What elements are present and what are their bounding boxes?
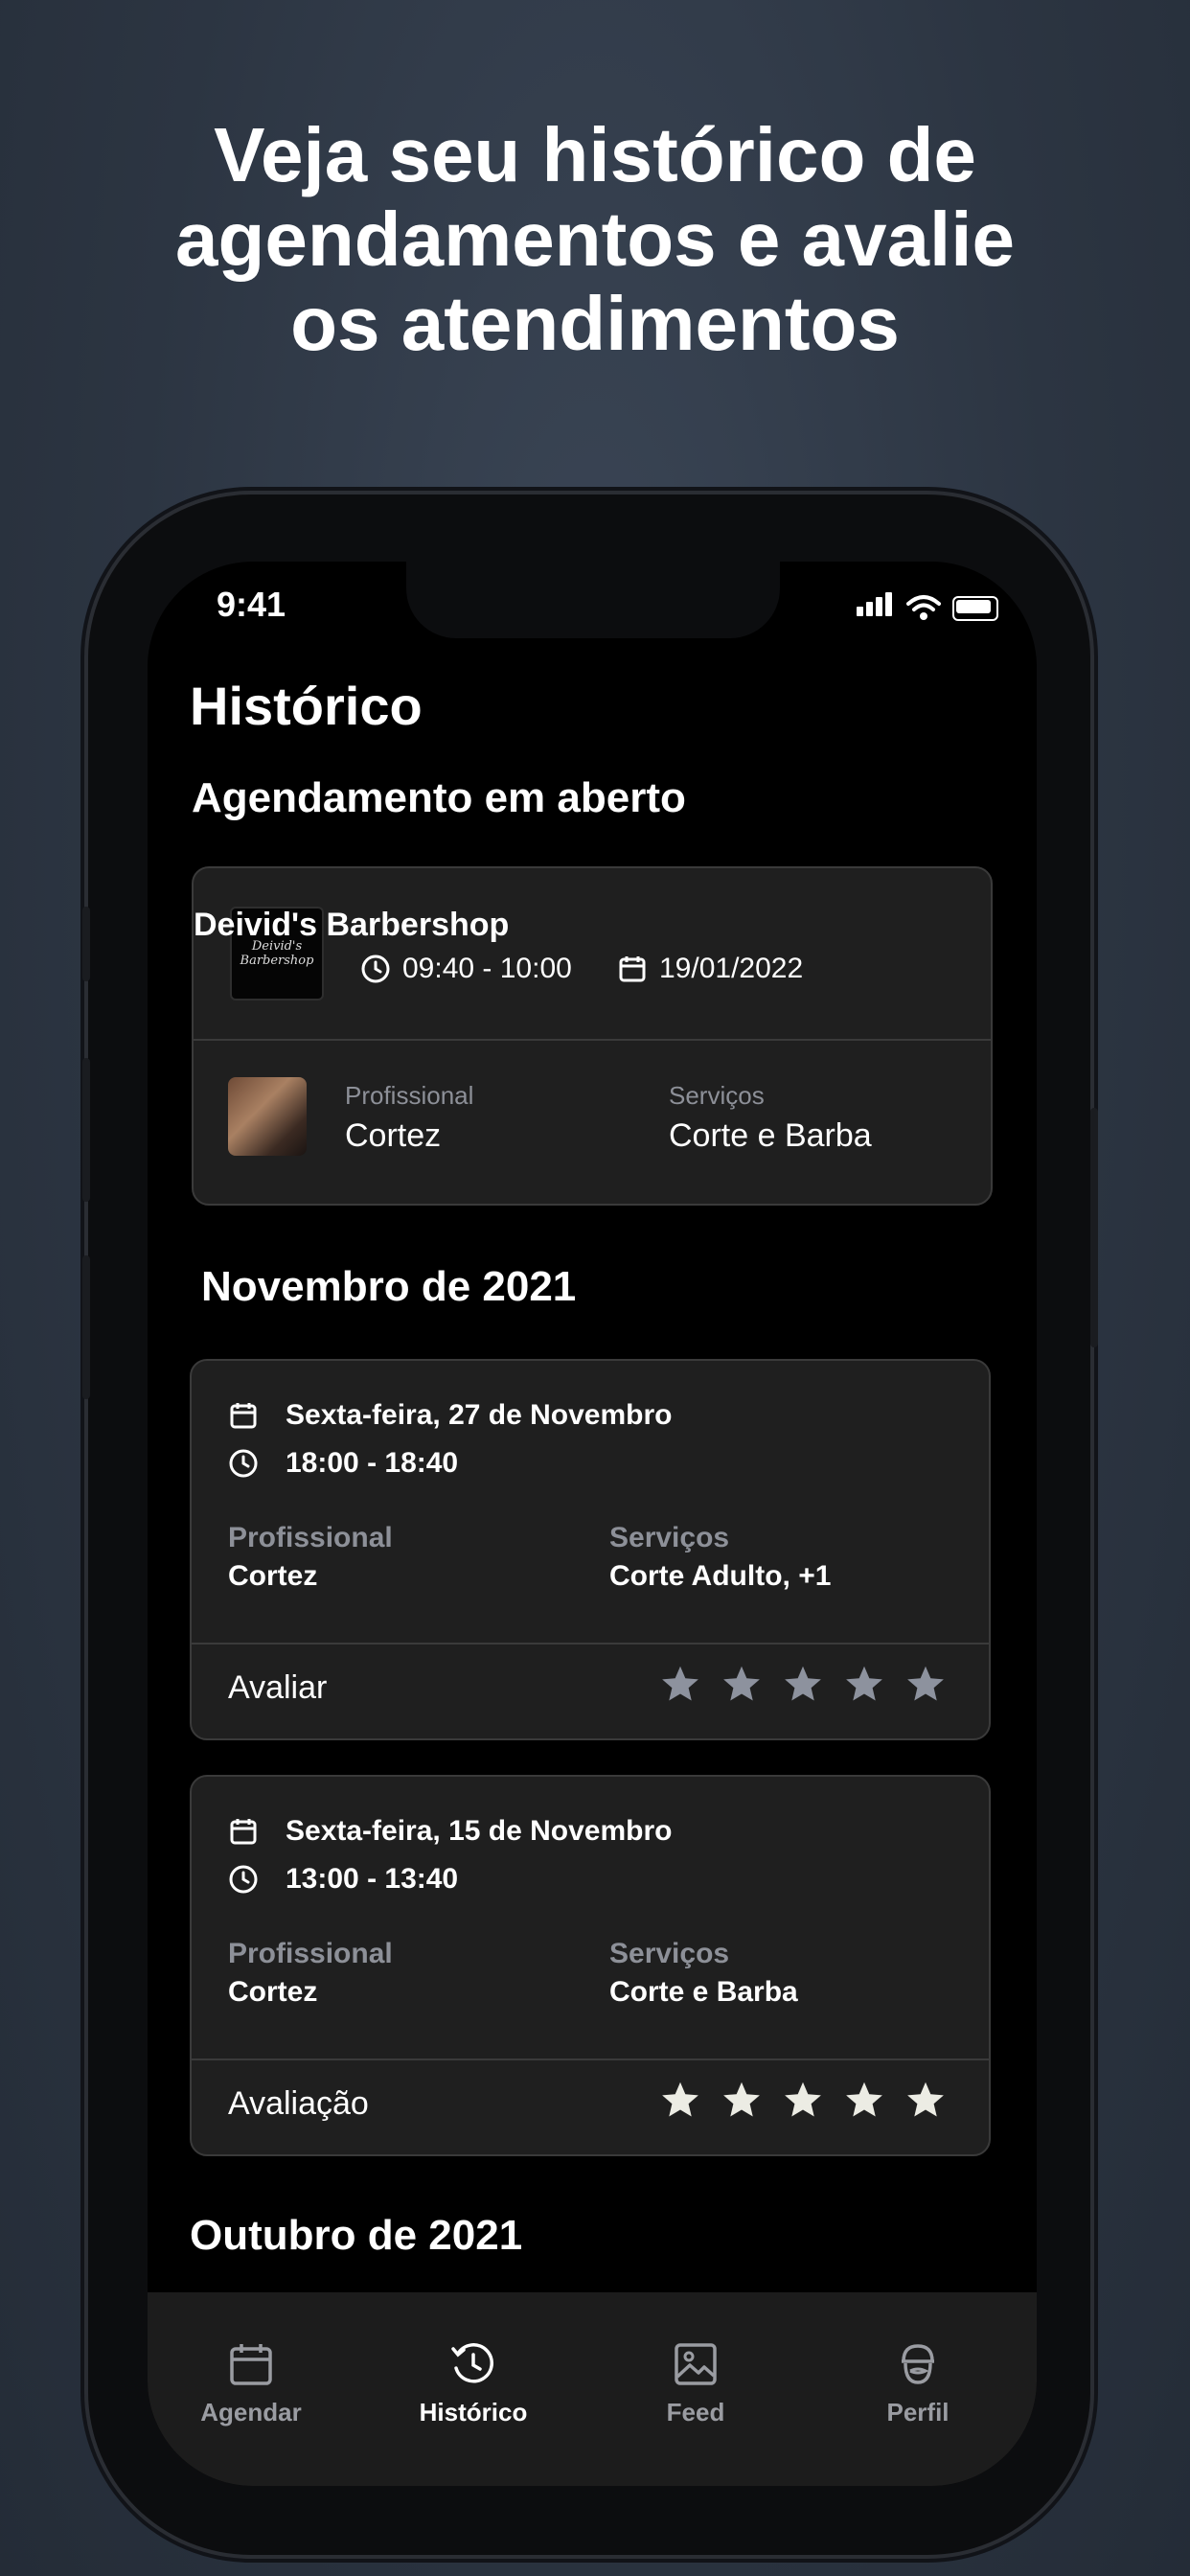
history-date: Sexta-feira, 15 de Novembro <box>286 1815 673 1847</box>
star-icon[interactable] <box>721 1664 763 1706</box>
tab-label: Agendar <box>200 2398 302 2426</box>
star-icon[interactable] <box>843 1664 885 1706</box>
rating-stars[interactable] <box>659 1664 947 1706</box>
history-card[interactable]: Sexta-feira, 27 de Novembro 18:00 - 18:4… <box>190 1359 991 1740</box>
tab-label: Perfil <box>886 2398 950 2426</box>
professional-value: Cortez <box>228 1560 318 1592</box>
cellular-signal-icon <box>857 592 895 621</box>
shop-name: Deivid's Barbershop <box>194 907 510 943</box>
section-title-month: Outubro de 2021 <box>190 2212 523 2259</box>
star-icon <box>907 2082 944 2117</box>
history-date: Sexta-feira, 27 de Novembro <box>286 1399 673 1431</box>
star-icon <box>846 2082 882 2117</box>
history-time-row: 13:00 - 13:40 <box>228 1863 458 1896</box>
bottom-tab-bar: Agendar Histórico Feed Perfil <box>148 2292 1037 2486</box>
clock-icon <box>229 1865 258 1894</box>
professional-avatar <box>228 1077 307 1156</box>
tab-label: Histórico <box>419 2398 528 2426</box>
tab-perfil[interactable]: Perfil <box>841 2340 995 2427</box>
headline-line-2: agendamentos e avalie <box>175 196 1015 282</box>
star-icon[interactable] <box>904 1664 947 1706</box>
clock-icon <box>229 1449 258 1478</box>
rating-stars <box>659 2080 947 2122</box>
services-label: Serviços <box>609 1938 730 1969</box>
calendar-icon <box>230 1403 257 1429</box>
profile-icon <box>902 2344 934 2384</box>
section-title-open-booking: Agendamento em aberto <box>192 774 686 821</box>
history-time: 18:00 - 18:40 <box>286 1447 459 1479</box>
services-value: Corte e Barba <box>669 1117 872 1154</box>
rating-label: Avaliar <box>228 1669 328 1706</box>
history-icon <box>451 2343 494 2383</box>
history-time-row: 18:00 - 18:40 <box>228 1447 458 1480</box>
phone-screen: 9:41 Histórico Agendamento em aberto Dei… <box>148 562 1037 2486</box>
professional-value: Cortez <box>345 1117 442 1154</box>
time-range: 09:40 - 10:00 <box>402 953 572 984</box>
calendar-icon <box>230 1819 257 1845</box>
star-icon[interactable] <box>659 1664 701 1706</box>
calendar-icon <box>230 2344 272 2385</box>
card-divider <box>192 2058 989 2060</box>
history-time: 13:00 - 13:40 <box>286 1863 459 1895</box>
open-booking-date: 19/01/2022 <box>617 953 803 985</box>
card-divider <box>192 1643 989 1644</box>
tab-feed[interactable]: Feed <box>619 2340 772 2427</box>
services-label: Serviços <box>669 1081 765 1110</box>
status-time: 9:41 <box>217 585 286 624</box>
calendar-icon <box>619 956 646 982</box>
volume-up-button <box>82 1058 90 1202</box>
star-icon[interactable] <box>782 1664 824 1706</box>
professional-value: Cortez <box>228 1976 318 2008</box>
card-divider <box>194 1039 991 1041</box>
services-value: Corte Adulto, +1 <box>609 1560 832 1592</box>
image-icon <box>675 2343 717 2385</box>
tab-label: Feed <box>666 2398 725 2426</box>
professional-label: Profissional <box>228 1522 393 1553</box>
headline-line-3: os atendimentos <box>290 281 900 366</box>
battery-icon <box>952 596 998 621</box>
marketing-headline: Veja seu histórico de agendamentos e ava… <box>0 113 1190 366</box>
booking-date: 19/01/2022 <box>659 953 804 984</box>
headline-line-1: Veja seu histórico de <box>214 112 976 197</box>
wifi-icon <box>906 595 941 620</box>
power-button <box>1090 1108 1098 1347</box>
section-title-month: Novembro de 2021 <box>201 1263 577 1310</box>
notch <box>406 562 780 638</box>
history-date-row: Sexta-feira, 27 de Novembro <box>228 1399 673 1432</box>
page-title: Histórico <box>190 676 423 736</box>
volume-down-button <box>82 1255 90 1399</box>
open-booking-time: 09:40 - 10:00 <box>360 953 572 985</box>
clock-icon <box>361 954 390 983</box>
professional-label: Profissional <box>345 1081 474 1110</box>
star-icon <box>785 2082 821 2117</box>
mute-switch <box>82 907 90 981</box>
star-icon <box>723 2082 760 2117</box>
star-icon <box>662 2082 698 2117</box>
services-value: Corte e Barba <box>609 1976 798 2008</box>
history-date-row: Sexta-feira, 15 de Novembro <box>228 1815 673 1848</box>
professional-label: Profissional <box>228 1938 393 1969</box>
services-label: Serviços <box>609 1522 730 1553</box>
status-icons <box>857 592 998 621</box>
history-card[interactable]: Sexta-feira, 15 de Novembro 13:00 - 13:4… <box>190 1775 991 2156</box>
open-booking-card[interactable]: Deivid's Barbershop Deivid's Barbershop … <box>192 866 993 1206</box>
tab-historico[interactable]: Histórico <box>397 2340 550 2427</box>
rating-label: Avaliação <box>228 2085 369 2122</box>
tab-agendar[interactable]: Agendar <box>174 2340 328 2427</box>
